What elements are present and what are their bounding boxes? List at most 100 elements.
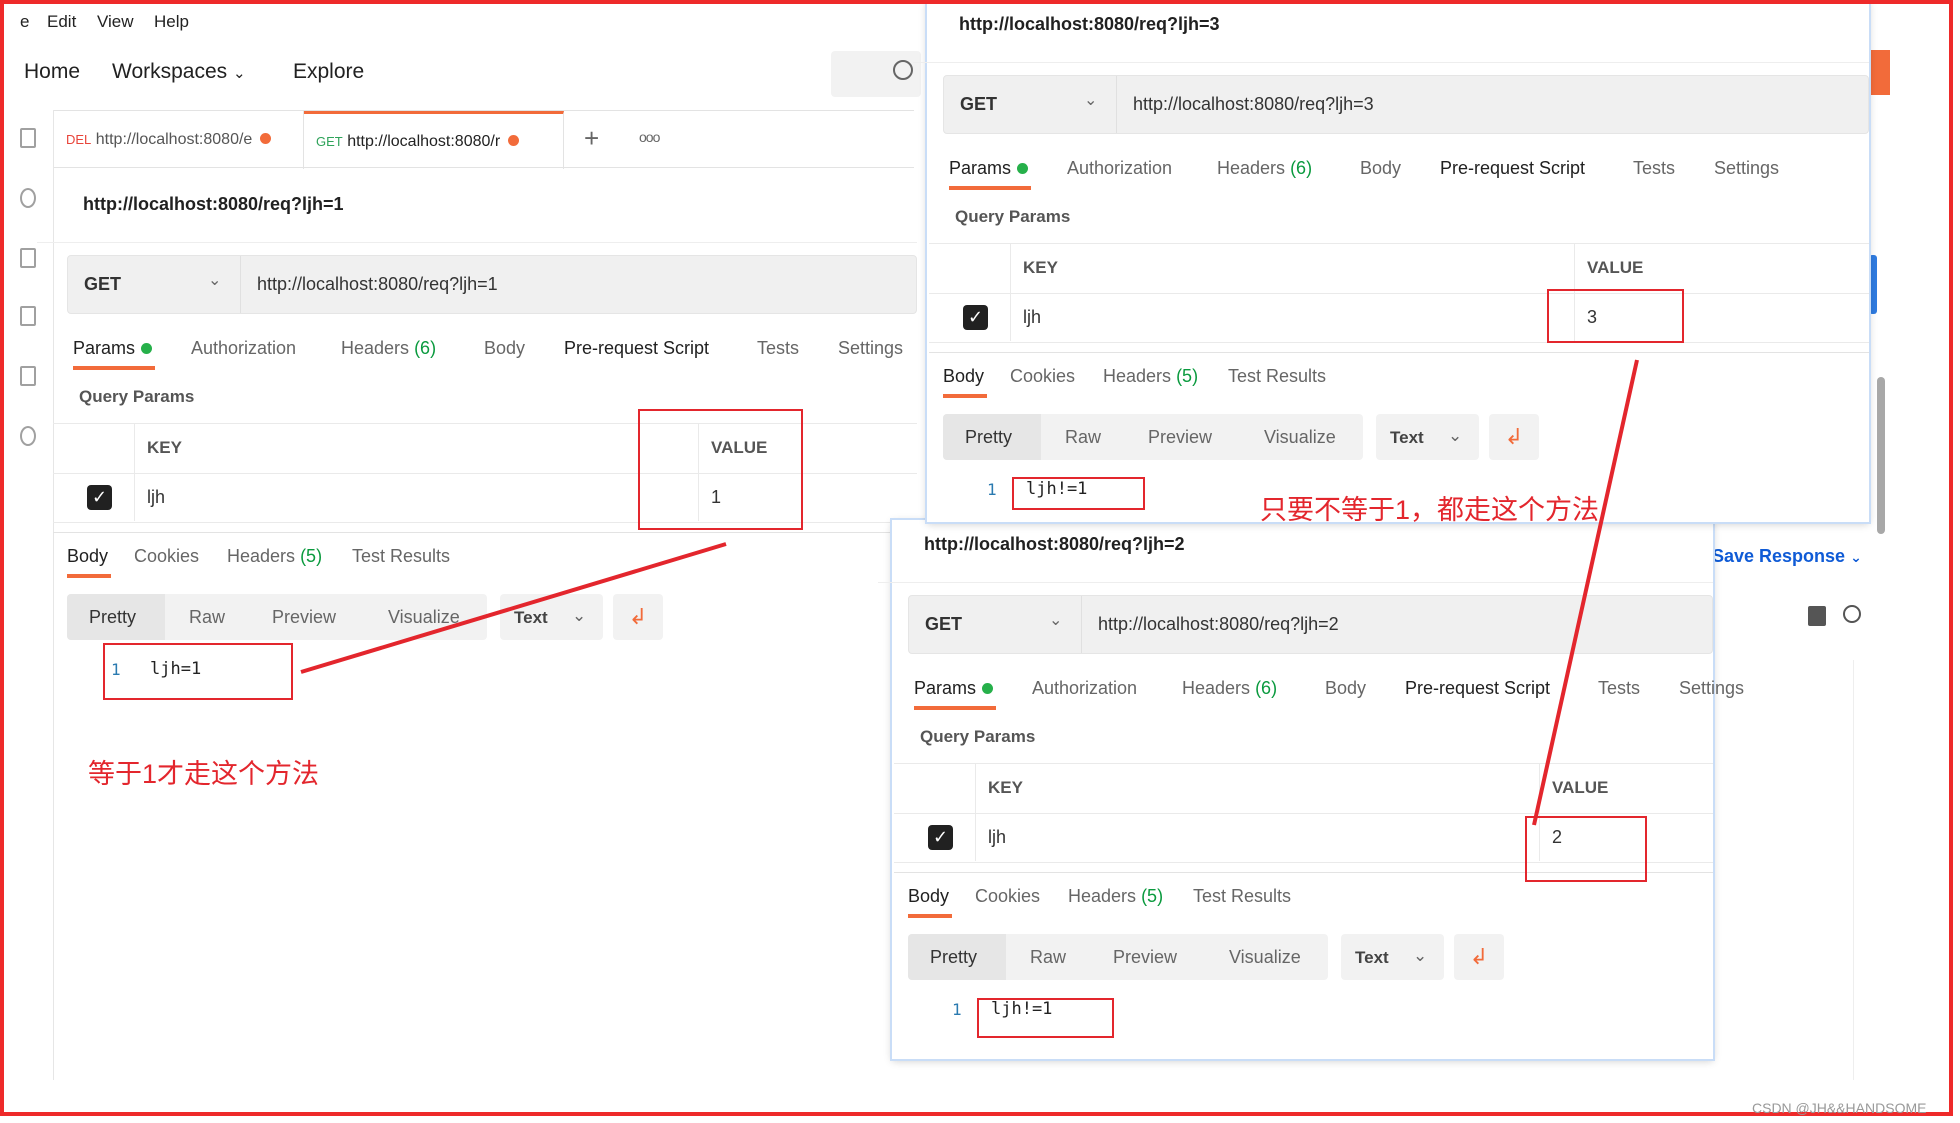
tab-request-1[interactable]: Authorization bbox=[1067, 158, 1172, 179]
format-select[interactable]: Text ⌄ bbox=[500, 594, 603, 640]
tab-request-4[interactable]: Pre-request Script bbox=[564, 338, 709, 359]
method-select[interactable]: GET bbox=[84, 274, 121, 295]
tab-request-5[interactable]: Tests bbox=[757, 338, 799, 359]
menu-file[interactable]: e bbox=[20, 12, 29, 32]
apis-icon[interactable] bbox=[20, 188, 36, 208]
tab-label: Authorization bbox=[1067, 158, 1173, 178]
tab-request-6[interactable]: Settings bbox=[1714, 158, 1779, 179]
collections-icon[interactable] bbox=[20, 128, 36, 148]
environments-icon[interactable] bbox=[20, 248, 36, 268]
tab-response-3[interactable]: Test Results bbox=[352, 546, 450, 567]
tab-response-2[interactable]: Headers (5) bbox=[227, 546, 322, 567]
menu-edit[interactable]: Edit bbox=[47, 12, 76, 32]
tab-response-2[interactable]: Headers (5) bbox=[1103, 366, 1198, 387]
view-mode-1[interactable]: Raw bbox=[1065, 427, 1101, 448]
view-mode-2[interactable]: Preview bbox=[272, 607, 336, 628]
search-box[interactable] bbox=[831, 51, 921, 97]
tab-response-3[interactable]: Test Results bbox=[1228, 366, 1326, 387]
tab-request-1[interactable]: Authorization bbox=[191, 338, 296, 359]
param-enabled-checkbox[interactable]: ✓ bbox=[928, 825, 953, 850]
view-mode-1[interactable]: Raw bbox=[189, 607, 225, 628]
chevron-down-icon[interactable]: ⌄ bbox=[208, 270, 221, 290]
sidebar bbox=[4, 110, 54, 1080]
view-mode-3[interactable]: Visualize bbox=[1229, 947, 1301, 968]
more-tabs-button[interactable]: ooo bbox=[639, 129, 660, 145]
chevron-down-icon[interactable]: ⌄ bbox=[1084, 90, 1097, 110]
line-number: 1 bbox=[987, 480, 997, 499]
tab-request-4[interactable]: Pre-request Script bbox=[1405, 678, 1550, 699]
chevron-down-icon[interactable]: ⌄ bbox=[1049, 610, 1062, 630]
tab-request-2[interactable]: Headers (6) bbox=[1182, 678, 1277, 699]
tab-label: Settings bbox=[838, 338, 904, 358]
view-pretty[interactable]: Pretty bbox=[89, 607, 136, 628]
url-input[interactable]: http://localhost:8080/req?ljh=2 bbox=[1098, 614, 1339, 635]
format-select[interactable]: Text ⌄ bbox=[1376, 414, 1479, 460]
mock-servers-icon[interactable] bbox=[20, 306, 36, 326]
tab-response-1[interactable]: Cookies bbox=[975, 886, 1040, 907]
tab-request-5[interactable]: Tests bbox=[1598, 678, 1640, 699]
tab-response-2[interactable]: Headers (5) bbox=[1068, 886, 1163, 907]
param-key[interactable]: ljh bbox=[1023, 307, 1041, 328]
send-button-edge[interactable] bbox=[1869, 255, 1877, 314]
wrap-lines-icon[interactable]: ↲ bbox=[1454, 934, 1504, 980]
param-enabled-checkbox[interactable]: ✓ bbox=[963, 305, 988, 330]
tab-request-0[interactable]: Params bbox=[949, 158, 1029, 179]
view-mode-3[interactable]: Visualize bbox=[1264, 427, 1336, 448]
tab-label: Tests bbox=[1633, 158, 1676, 178]
divider bbox=[878, 582, 1713, 583]
tab-request-0[interactable]: Params bbox=[73, 338, 153, 359]
tab-response-1[interactable]: Cookies bbox=[1010, 366, 1075, 387]
monitors-icon[interactable] bbox=[20, 366, 36, 386]
menu-view[interactable]: View bbox=[97, 12, 134, 32]
scrollbar[interactable] bbox=[1877, 377, 1885, 534]
tab-request-6[interactable]: Settings bbox=[838, 338, 903, 359]
method-select[interactable]: GET bbox=[960, 94, 997, 115]
method-select[interactable]: GET bbox=[925, 614, 962, 635]
nav-home[interactable]: Home bbox=[24, 60, 80, 84]
tab-request-0[interactable]: Params bbox=[914, 678, 994, 699]
history-icon[interactable] bbox=[20, 426, 36, 446]
param-enabled-checkbox[interactable]: ✓ bbox=[87, 485, 112, 510]
view-mode-2[interactable]: Preview bbox=[1113, 947, 1177, 968]
tab-request-3[interactable]: Body bbox=[1360, 158, 1401, 179]
request-tab-bar: DEL http://localhost:8080/e GET http://l… bbox=[54, 110, 914, 169]
tab-response-0[interactable]: Body bbox=[943, 366, 984, 387]
search-response-icon[interactable] bbox=[1843, 605, 1861, 623]
menu-help[interactable]: Help bbox=[154, 12, 189, 32]
save-response-button[interactable]: Save Response ⌄ bbox=[1712, 546, 1862, 567]
copy-icon[interactable] bbox=[1808, 606, 1826, 626]
param-key[interactable]: ljh bbox=[988, 827, 1006, 848]
wrap-lines-icon[interactable]: ↲ bbox=[1489, 414, 1539, 460]
view-pretty[interactable]: Pretty bbox=[965, 427, 1012, 448]
active-tab-underline bbox=[943, 394, 987, 398]
nav-explore[interactable]: Explore bbox=[293, 60, 364, 84]
tab-request-2[interactable]: Headers (6) bbox=[341, 338, 436, 359]
request-panel: http://localhost:8080/req?ljh=2 GET ⌄ http:… bbox=[878, 520, 1744, 1059]
view-mode-3[interactable]: Visualize bbox=[388, 607, 460, 628]
view-mode-1[interactable]: Raw bbox=[1030, 947, 1066, 968]
request-tab-get[interactable]: GET http://localhost:8080/r bbox=[304, 111, 564, 169]
tab-request-6[interactable]: Settings bbox=[1679, 678, 1744, 699]
tab-request-5[interactable]: Tests bbox=[1633, 158, 1675, 179]
url-input[interactable]: http://localhost:8080/req?ljh=1 bbox=[257, 274, 498, 295]
tab-response-3[interactable]: Test Results bbox=[1193, 886, 1291, 907]
wrap-lines-icon[interactable]: ↲ bbox=[613, 594, 663, 640]
view-pretty[interactable]: Pretty bbox=[930, 947, 977, 968]
tab-response-0[interactable]: Body bbox=[67, 546, 108, 567]
tab-request-3[interactable]: Body bbox=[484, 338, 525, 359]
tab-response-0[interactable]: Body bbox=[908, 886, 949, 907]
nav-workspaces[interactable]: Workspaces ⌄ bbox=[112, 60, 246, 84]
tab-request-2[interactable]: Headers (6) bbox=[1217, 158, 1312, 179]
url-input[interactable]: http://localhost:8080/req?ljh=3 bbox=[1133, 94, 1374, 115]
tab-request-3[interactable]: Body bbox=[1325, 678, 1366, 699]
tab-request-1[interactable]: Authorization bbox=[1032, 678, 1137, 699]
new-tab-button[interactable]: + bbox=[584, 123, 599, 154]
view-mode-2[interactable]: Preview bbox=[1148, 427, 1212, 448]
tab-request-4[interactable]: Pre-request Script bbox=[1440, 158, 1585, 179]
format-select[interactable]: Text ⌄ bbox=[1341, 934, 1444, 980]
param-key[interactable]: ljh bbox=[147, 487, 165, 508]
format-label: Text bbox=[514, 608, 548, 627]
request-tab-del[interactable]: DEL http://localhost:8080/e bbox=[54, 111, 304, 169]
tab-response-1[interactable]: Cookies bbox=[134, 546, 199, 567]
chevron-down-icon: ⌄ bbox=[233, 65, 246, 82]
